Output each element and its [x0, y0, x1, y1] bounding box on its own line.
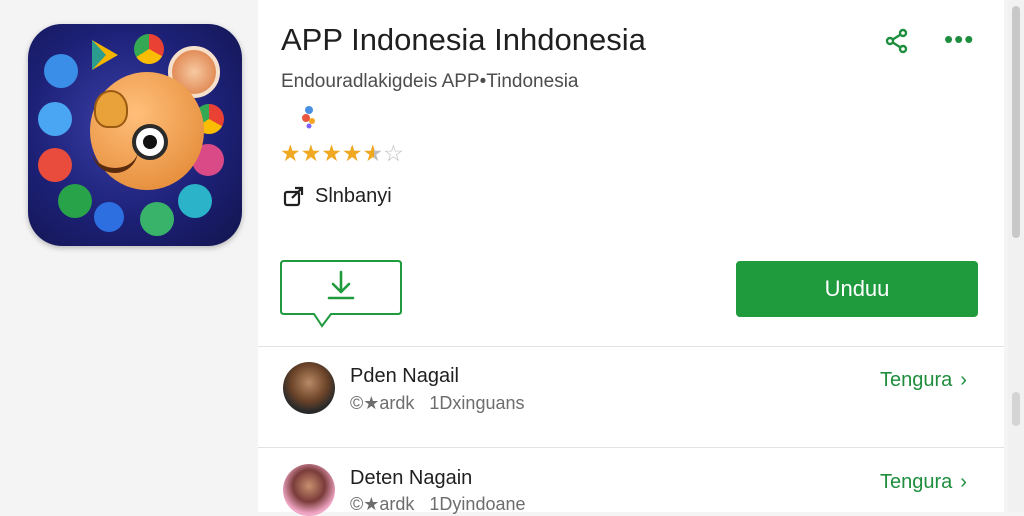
developer-link[interactable]: Endouradlakigdeis APP•Tindonesia — [281, 71, 578, 93]
star-icon: ★ — [341, 140, 363, 166]
app-bubble-icon — [178, 184, 212, 218]
list-item-meta: ©★ardk 1Dxinguans — [350, 393, 525, 414]
follow-button[interactable]: Tengura › — [880, 471, 967, 494]
divider — [258, 447, 1004, 448]
avatar[interactable] — [283, 362, 335, 414]
list-item-meta-text: ardk 1Dyindoane — [379, 494, 526, 514]
half-star-icon: ★ — [362, 140, 384, 166]
list-item-name[interactable]: Deten Nagain — [350, 467, 472, 490]
app-bubble-icon — [58, 184, 92, 218]
share-icon[interactable] — [884, 28, 910, 54]
app-bubble-icon — [38, 102, 72, 136]
star-icon: ★ — [321, 140, 342, 166]
copyright-icon: © — [350, 393, 364, 413]
chrome-icon — [134, 34, 164, 64]
star-icon: ★ — [363, 393, 380, 413]
app-bubble-icon — [140, 202, 174, 236]
share-label: Slnbanyi — [315, 184, 392, 207]
star-icon: ★ — [300, 140, 322, 166]
avatar[interactable] — [283, 464, 335, 516]
follow-label: Tengura — [880, 369, 953, 391]
play-store-icon — [92, 40, 118, 70]
list-item-name[interactable]: Pden Nagail — [350, 365, 459, 388]
wishlist-button[interactable] — [279, 258, 403, 330]
more-options-icon[interactable]: ••• — [944, 26, 974, 52]
follow-button[interactable]: Tengura › — [880, 369, 967, 392]
list-item-meta-text: ardk 1Dxinguans — [379, 393, 525, 413]
app-title: APP Indonesia Inhdonesia — [281, 22, 646, 57]
follow-label: Tengura — [880, 471, 953, 493]
star-icon: ★ — [363, 494, 380, 514]
app-bubble-icon — [44, 54, 78, 88]
scrollbar-thumb-secondary[interactable] — [1012, 392, 1020, 426]
app-bubble-icon — [94, 202, 124, 232]
content-rating-icon — [302, 106, 315, 129]
scrollbar-thumb[interactable] — [1012, 6, 1020, 238]
share-box-icon — [283, 186, 304, 207]
app-bubble-icon — [38, 148, 72, 182]
divider — [258, 346, 1004, 347]
star-icon: ★ — [280, 140, 301, 166]
mascot-horn — [94, 90, 128, 128]
empty-star-icon: ☆ — [383, 140, 404, 166]
share-action[interactable]: Slnbanyi — [283, 183, 392, 209]
chevron-right-icon: › — [960, 369, 967, 391]
install-button[interactable]: Unduu — [736, 261, 978, 317]
copyright-icon: © — [350, 494, 364, 514]
chevron-right-icon: › — [960, 471, 967, 493]
rating-stars: ★★★★★☆ — [280, 140, 404, 167]
app-icon — [28, 24, 242, 246]
mascot-pupil — [143, 135, 157, 149]
